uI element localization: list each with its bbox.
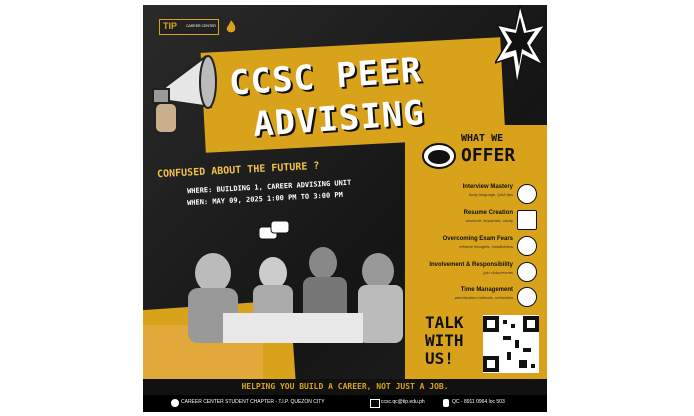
offer-heading-line1: WHAT WE [461,133,504,144]
footer-facebook-text[interactable]: CAREER CENTER STUDENT CHAPTER - T.I.P. Q… [181,399,325,405]
qr-code[interactable] [483,315,539,373]
offer-item: Interview Mastery body language, Q&A tip… [413,184,541,206]
offer-item-sub: body language, Q&A tips [468,192,513,197]
tagline-bar: HELPING YOU BUILD A CAREER, NOT JUST A J… [143,379,547,395]
offer-item: Involvement & Responsibility join clubs/… [413,262,541,284]
tip-logo: TIP CAREER CENTER [159,19,219,35]
talk-line3: US! [425,349,454,368]
offer-item-sub: join clubs/events [483,270,513,275]
poster: TIP CAREER CENTER CCSC PEER ADVISING CON… [143,5,547,412]
logo-text: TIP [163,21,178,31]
resume-icon [517,210,537,230]
offer-item-sub: reframe thoughts, mindfulness [459,244,513,249]
offer-item-title: Involvement & Responsibility [429,262,513,268]
chat-bubble-icon [258,220,290,245]
offer-item-title: Time Management [460,287,513,293]
offer-item: Resume Creation structure, keywords, cla… [413,210,541,232]
offer-heading-line2: OFFER [461,145,516,166]
email-icon [370,399,380,408]
footer-bar: CAREER CENTER STUDENT CHAPTER - T.I.P. Q… [143,395,547,412]
talk-line2: WITH [425,331,464,350]
brain-icon [517,236,537,256]
group-icon [517,262,537,282]
star-sticker [493,5,547,86]
megaphone-icon [145,47,223,137]
flame-icon [225,19,237,33]
offer-item-sub: structure, keywords, clarity [465,218,513,223]
offer-item-title: Resume Creation [463,210,513,216]
offer-item-title: Overcoming Exam Fears [442,236,513,242]
offer-item: Overcoming Exam Fears reframe thoughts, … [413,236,541,258]
students-photo [163,233,413,343]
interview-icon [517,184,537,204]
phone-icon [443,399,449,407]
offer-item-sub: prioritization methods, schedules [454,295,513,300]
facebook-icon [171,399,179,407]
footer-phone[interactable]: QC - 8911 0964 loc 503 [452,399,505,405]
offer-item-title: Interview Mastery [462,184,513,190]
talk-line1: TALK [425,313,464,332]
mouth-illustration [421,141,457,171]
logo-tag: CAREER CENTER [186,24,216,28]
clock-icon [517,287,537,307]
footer-email[interactable]: ccsc.qc@tip.edu.ph [381,399,425,405]
offer-item: Time Management prioritization methods, … [413,287,541,309]
tagline-text: HELPING YOU BUILD A CAREER, NOT JUST A J… [241,382,449,391]
